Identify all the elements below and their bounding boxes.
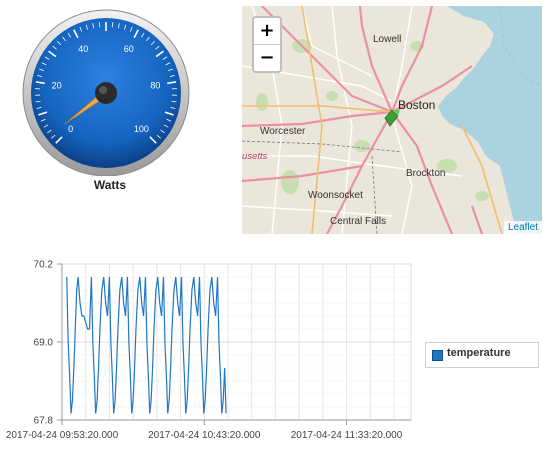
gauge-label: Watts bbox=[20, 178, 200, 192]
gauge-hub-shine bbox=[99, 86, 107, 94]
x-tick-label: 2017-04-24 09:53:20.000 bbox=[6, 430, 119, 441]
chart-x-tick-labels: 2017-04-24 09:53:20.000 2017-04-24 10:43:… bbox=[6, 420, 403, 441]
gauge-tick-label: 60 bbox=[124, 44, 134, 54]
x-tick-label: 2017-04-24 10:43:20.000 bbox=[148, 430, 261, 441]
y-tick-label: 70.2 bbox=[34, 260, 54, 271]
legend-label-temperature: temperature bbox=[447, 347, 511, 359]
place-label-central-falls: Central Falls bbox=[330, 216, 386, 227]
gauge-tick-label: 40 bbox=[78, 44, 88, 54]
legend-swatch-temperature bbox=[432, 350, 443, 361]
zoom-in-button[interactable]: + bbox=[254, 18, 280, 44]
y-tick-label: 69.0 bbox=[34, 338, 54, 349]
place-label-woonsocket: Woonsocket bbox=[308, 190, 363, 201]
place-label-brockton: Brockton bbox=[406, 168, 445, 179]
chart-y-tick-labels: 70.2 69.0 67.8 bbox=[34, 260, 62, 427]
zoom-out-button[interactable]: − bbox=[254, 44, 280, 71]
map-view[interactable]: Lowell Boston Worcester usetts Brockton … bbox=[242, 6, 542, 234]
place-label-boston: Boston bbox=[398, 98, 435, 112]
gauge-tick-label: 0 bbox=[68, 124, 73, 134]
place-label-worcester: Worcester bbox=[260, 126, 306, 137]
place-label-lowell: Lowell bbox=[373, 34, 401, 45]
gauge-tick-label: 20 bbox=[52, 81, 62, 91]
chart-series bbox=[67, 277, 226, 414]
x-tick-label: 2017-04-24 11:33:20.000 bbox=[291, 430, 403, 441]
gauge-hub bbox=[95, 82, 117, 104]
gauge-dial: 0 20 40 60 80 100 bbox=[20, 6, 200, 176]
y-tick-label: 67.8 bbox=[34, 416, 54, 427]
chart-legend[interactable]: temperature bbox=[425, 342, 539, 368]
map-zoom-control: + − bbox=[252, 16, 282, 73]
watts-gauge: 0 20 40 60 80 100 Watts bbox=[20, 6, 200, 202]
gauge-tick-label: 100 bbox=[134, 124, 149, 134]
map-attribution[interactable]: Leaflet bbox=[504, 221, 542, 234]
gauge-tick-label: 80 bbox=[150, 81, 160, 91]
chart-grid bbox=[62, 264, 411, 420]
series-line-temperature bbox=[67, 277, 226, 414]
map-tiles[interactable]: Lowell Boston Worcester usetts Brockton … bbox=[242, 6, 542, 234]
place-label-usetts: usetts bbox=[242, 151, 268, 162]
